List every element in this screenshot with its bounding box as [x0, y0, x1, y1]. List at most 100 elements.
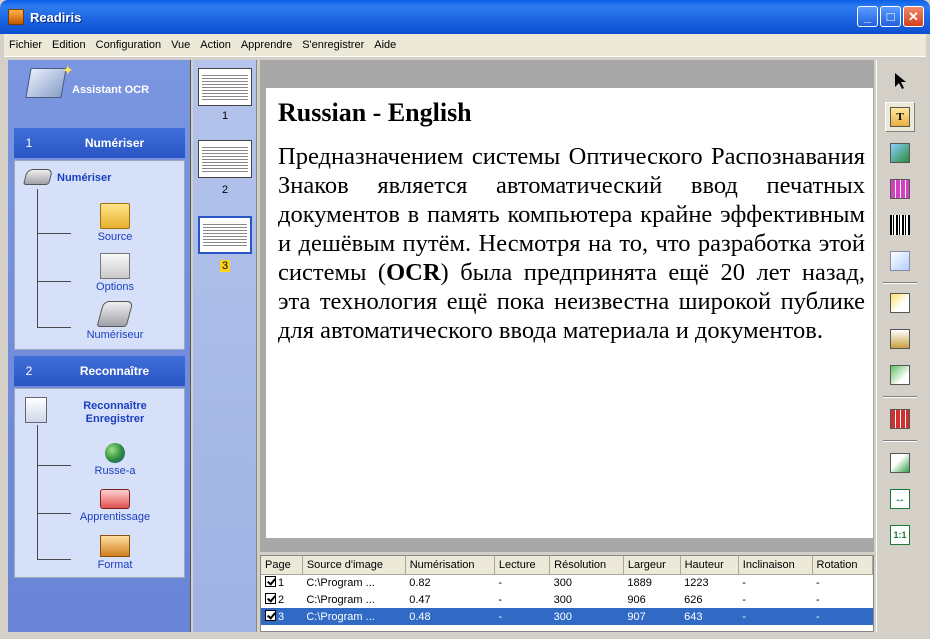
- col-rotation[interactable]: Rotation: [812, 556, 873, 575]
- col-source[interactable]: Source d'image: [302, 556, 406, 575]
- table-row[interactable]: 1 C:\Program ... 0.82 - 300 1889 1223 - …: [261, 574, 873, 591]
- app-icon: [8, 9, 24, 25]
- handprint-zone-icon: [890, 251, 910, 271]
- globe-icon: [105, 443, 125, 463]
- options-icon: [100, 253, 130, 279]
- order-zones-button[interactable]: [885, 360, 915, 390]
- cell-inclinaison: -: [738, 608, 813, 625]
- document-view[interactable]: Russian - English Предназначением систем…: [260, 60, 874, 552]
- cell-hauteur: 1223: [684, 576, 709, 589]
- thumbnail-number-label: 3: [219, 260, 231, 272]
- menu-configuration[interactable]: Configuration: [91, 39, 166, 51]
- step-apprentissage[interactable]: Apprentissage: [75, 489, 155, 523]
- cell-hauteur: 643: [680, 608, 739, 625]
- page-checkbox[interactable]: [265, 593, 276, 604]
- cell-inclinaison: -: [742, 576, 746, 589]
- section-label: Numériser: [84, 136, 145, 150]
- col-lecture[interactable]: Lecture: [494, 556, 551, 575]
- zone-toolbar: T ↔ 1:1: [876, 60, 922, 632]
- menu-aide[interactable]: Aide: [369, 39, 401, 51]
- thumbnail-page-1[interactable]: [198, 68, 252, 106]
- cell-lecture: -: [494, 608, 550, 625]
- delete-zone-button[interactable]: [885, 404, 915, 434]
- cell-largeur: 906: [627, 593, 646, 606]
- menu-fichier[interactable]: Fichier: [4, 39, 47, 51]
- menu-senregistrer[interactable]: S'enregistrer: [297, 39, 369, 51]
- section-numeriser-header[interactable]: 1 Numériser: [14, 128, 185, 158]
- step-format-label: Format: [97, 559, 133, 571]
- step-format[interactable]: Format: [75, 535, 155, 571]
- fit-width-icon: ↔: [890, 489, 910, 509]
- learning-icon: [100, 489, 130, 509]
- new-zone-button[interactable]: [885, 288, 915, 318]
- section-number: 2: [25, 364, 33, 378]
- cell-resolution: 300: [553, 593, 573, 606]
- col-numerisation[interactable]: Numérisation: [405, 556, 495, 575]
- step-russe-a-label: Russe-a: [94, 465, 136, 477]
- step-reconnaitre[interactable]: Reconnaître Enregistrer: [55, 400, 175, 426]
- cell-source: C:\Program ...: [306, 576, 375, 589]
- step-russe-a[interactable]: Russe-a: [75, 443, 155, 477]
- table-zone-button[interactable]: [885, 174, 915, 204]
- recognize-icon: [25, 397, 47, 423]
- actual-size-button[interactable]: 1:1: [885, 520, 915, 550]
- insert-zone-button[interactable]: [885, 324, 915, 354]
- table-row[interactable]: 2 C:\Program ... 0.47 - 300 906 626 - -: [261, 591, 873, 608]
- maximize-button[interactable]: □: [880, 6, 901, 27]
- cell-largeur: 907: [623, 608, 681, 625]
- table-row-selected[interactable]: 3 C:\Program ... 0.48 - 300 907 643 - -: [261, 608, 873, 625]
- step-numeriseur-label: Numériseur: [86, 329, 144, 341]
- graphic-zone-button[interactable]: [885, 138, 915, 168]
- menu-apprendre[interactable]: Apprendre: [236, 39, 297, 51]
- table-header-row: Page Source d'image Numérisation Lecture…: [261, 556, 873, 575]
- col-largeur[interactable]: Largeur: [623, 556, 681, 575]
- menu-action[interactable]: Action: [195, 39, 236, 51]
- handprint-zone-button[interactable]: [885, 246, 915, 276]
- page-checkbox[interactable]: [265, 576, 276, 588]
- window-title: Readiris: [30, 9, 82, 25]
- document-page: Russian - English Предназначением систем…: [266, 88, 873, 538]
- section-numeriser-body: Numériser Source Options Numériseur: [14, 160, 185, 350]
- col-hauteur[interactable]: Hauteur: [680, 556, 739, 575]
- scanner-device-icon: [96, 301, 134, 327]
- fit-width-button[interactable]: ↔: [885, 484, 915, 514]
- col-inclinaison[interactable]: Inclinaison: [738, 556, 813, 575]
- pointer-button[interactable]: [885, 66, 915, 96]
- cell-numerisation: 0.48: [405, 608, 495, 625]
- step-source[interactable]: Source: [75, 203, 155, 243]
- col-resolution[interactable]: Résolution: [549, 556, 624, 575]
- fit-page-button[interactable]: [885, 448, 915, 478]
- close-button[interactable]: ✕: [903, 6, 924, 27]
- step-numeriser[interactable]: Numériser: [57, 172, 111, 185]
- step-options[interactable]: Options: [75, 253, 155, 293]
- menu-edition[interactable]: Edition: [47, 39, 91, 51]
- cell-source: C:\Program ...: [306, 593, 375, 606]
- cell-source: C:\Program ...: [302, 608, 406, 625]
- pages-table[interactable]: Page Source d'image Numérisation Lecture…: [260, 555, 874, 632]
- menu-vue[interactable]: Vue: [166, 39, 195, 51]
- thumbnail-page-2[interactable]: [198, 140, 252, 178]
- barcode-zone-button[interactable]: [885, 210, 915, 240]
- cell-resolution: 300: [553, 576, 573, 589]
- folder-icon: [100, 203, 130, 229]
- menu-bar: Fichier Edition Configuration Vue Action…: [4, 34, 926, 56]
- assistant-ocr[interactable]: ✦ Assistant OCR: [8, 60, 191, 124]
- table-zone-icon: [890, 179, 910, 199]
- new-zone-icon: [890, 293, 910, 313]
- text-zone-button[interactable]: T: [885, 102, 915, 132]
- thumbnail-strip: 1 2 3: [193, 60, 257, 632]
- title-bar: Readiris _ □ ✕: [0, 0, 930, 34]
- step-options-label: Options: [96, 281, 134, 293]
- step-numeriseur[interactable]: Numériseur: [75, 301, 155, 341]
- thumbnail-number-active: 3: [193, 260, 257, 272]
- document-title: Russian - English: [278, 98, 472, 127]
- cell-resolution: 300: [549, 608, 624, 625]
- page-checkbox[interactable]: [265, 610, 276, 621]
- section-reconnaitre-header[interactable]: 2 Reconnaître: [14, 356, 185, 386]
- minimize-button[interactable]: _: [857, 6, 878, 27]
- col-page[interactable]: Page: [261, 556, 303, 575]
- thumbnail-page-3[interactable]: [198, 216, 252, 254]
- section-label: Reconnaître: [79, 364, 150, 378]
- cell-rotation: -: [816, 576, 820, 589]
- ocr-wand-icon: [25, 68, 67, 98]
